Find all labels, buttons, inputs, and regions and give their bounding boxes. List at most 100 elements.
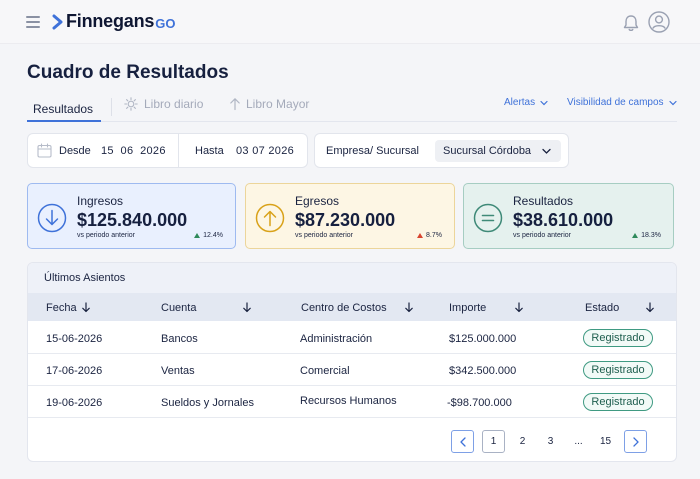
status-badge: Registrado — [583, 361, 653, 379]
status-badge: Registrado — [583, 329, 653, 347]
table-column-headers: Fecha Cuenta Centro de Costos Importe Es… — [28, 293, 676, 321]
column-header-estado[interactable]: Estado — [585, 302, 619, 314]
sort-arrow-icon[interactable] — [242, 302, 252, 313]
logo-suffix: GO — [155, 15, 176, 31]
date-range-filter: Desde 15 06 2026 Hasta 03 07 2026 — [27, 133, 308, 168]
table-row[interactable]: 17-06-2026 Ventas Comercial $342.500.000… — [28, 354, 676, 386]
status-badge: Registrado — [583, 393, 653, 411]
arrow-down-circle-icon — [37, 203, 67, 233]
column-header-importe[interactable]: Importe — [449, 302, 486, 314]
kpi-delta: 18.3% — [632, 232, 661, 239]
bell-icon[interactable] — [621, 13, 641, 33]
page-ellipsis: ... — [574, 436, 583, 447]
alerts-dropdown[interactable]: Alertas — [504, 97, 548, 108]
sort-arrow-icon[interactable] — [404, 302, 414, 313]
sort-arrow-icon[interactable] — [514, 302, 524, 313]
cell-fecha: 17-06-2026 — [46, 365, 103, 377]
page-3-button[interactable]: 3 — [539, 430, 562, 453]
company-filter: Empresa/ Sucursal Sucursal Córdoba — [314, 133, 569, 168]
kpi-label: Ingresos — [77, 194, 124, 208]
previous-page-button[interactable] — [451, 430, 474, 453]
divider — [178, 134, 179, 167]
cell-cuenta: Bancos — [161, 333, 198, 345]
tab-label: Libro Mayor — [246, 97, 310, 111]
trend-up-icon — [632, 233, 639, 238]
from-label: Desde — [59, 145, 91, 157]
chevron-down-icon — [542, 148, 551, 154]
kpi-delta: 8.7% — [417, 232, 442, 239]
table-title: Últimos Asientos — [44, 272, 126, 284]
sun-icon — [124, 97, 138, 111]
tab-libro-mayor[interactable]: Libro Mayor — [228, 97, 309, 111]
table-header-bar: Últimos Asientos — [28, 263, 676, 293]
page-1-button[interactable]: 1 — [482, 430, 505, 453]
tab-libro-diario[interactable]: Libro diario — [124, 97, 203, 111]
arrow-up-circle-icon — [255, 203, 285, 233]
top-bar: Finnegans GO — [0, 0, 700, 44]
company-select[interactable]: Sucursal Córdoba — [435, 140, 561, 162]
next-page-button[interactable] — [624, 430, 647, 453]
calendar-icon[interactable] — [37, 143, 52, 158]
chevron-down-icon — [668, 100, 677, 105]
to-label: Hasta — [195, 145, 224, 157]
cell-importe: -$98.700.000 — [447, 397, 512, 409]
cell-cuenta: Ventas — [161, 365, 195, 377]
cell-fecha: 15-06-2026 — [46, 333, 103, 345]
page-15-button[interactable]: 15 — [594, 430, 617, 453]
table-row[interactable]: 15-06-2026 Bancos Administración $125.00… — [28, 322, 676, 354]
cell-fecha: 19-06-2026 — [46, 397, 103, 409]
alerts-label: Alertas — [504, 97, 536, 108]
kpi-delta: 12.4% — [194, 232, 223, 239]
kpi-subtext: vs periodo anterior — [77, 232, 135, 239]
cell-importe: $342.500.000 — [449, 365, 517, 377]
logo-chevron-icon — [52, 14, 63, 29]
to-date-field[interactable]: 03 07 2026 — [236, 145, 294, 157]
chevron-right-icon — [633, 437, 639, 447]
kpi-value: $38.610.000 — [513, 210, 614, 230]
cell-cuenta: Sueldos y Jornales — [161, 397, 254, 409]
page-2-button[interactable]: 2 — [511, 430, 534, 453]
logo[interactable]: Finnegans GO — [52, 11, 175, 32]
table-row[interactable]: 19-06-2026 Sueldos y Jornales Recursos H… — [28, 386, 676, 418]
company-value: Sucursal Córdoba — [443, 145, 532, 157]
tab-label: Libro diario — [144, 97, 204, 111]
tab-bar: Resultados Libro diario Libro Mayor Aler… — [27, 94, 677, 122]
equals-circle-icon — [473, 203, 503, 233]
kpi-value: $87.230.000 — [295, 210, 396, 230]
cell-centro-de-costos: Comercial — [300, 365, 350, 377]
chevron-left-icon — [460, 437, 466, 447]
kpi-label: Egresos — [295, 194, 340, 208]
kpi-subtext: vs periodo anterior — [513, 232, 571, 239]
user-avatar-icon[interactable] — [648, 11, 670, 33]
cell-centro-de-costos: Recursos Humanos — [300, 395, 397, 407]
kpi-card-resultados[interactable]: Resultados $38.610.000 vs periodo anteri… — [463, 183, 674, 249]
sort-arrow-icon[interactable] — [645, 302, 655, 313]
column-header-centro-de-costos[interactable]: Centro de Costos — [301, 302, 387, 314]
chevron-down-icon — [540, 100, 548, 105]
arrow-up-icon — [230, 98, 240, 111]
cell-importe: $125.000.000 — [449, 333, 517, 345]
kpi-card-egresos[interactable]: Egresos $87.230.000 vs periodo anterior … — [245, 183, 455, 249]
kpi-delta-value: 8.7% — [426, 232, 442, 239]
from-date-field[interactable]: 15 06 2026 — [101, 145, 166, 157]
logo-text: Finnegans — [66, 11, 155, 31]
company-label: Empresa/ Sucursal — [326, 145, 419, 157]
kpi-delta-value: 12.4% — [203, 232, 223, 239]
column-header-cuenta[interactable]: Cuenta — [161, 302, 196, 314]
visibility-label: Visibilidad de campos — [567, 97, 664, 108]
trend-up-icon — [194, 233, 201, 238]
visibility-dropdown[interactable]: Visibilidad de campos — [567, 97, 677, 108]
sort-arrow-icon[interactable] — [81, 302, 91, 313]
kpi-subtext: vs periodo anterior — [295, 232, 353, 239]
tab-resultados[interactable]: Resultados — [27, 97, 101, 122]
cell-centro-de-costos: Administración — [300, 333, 373, 345]
menu-icon[interactable] — [26, 16, 40, 28]
tab-divider — [111, 98, 112, 116]
kpi-value: $125.840.000 — [77, 210, 188, 230]
column-header-fecha[interactable]: Fecha — [46, 302, 77, 314]
kpi-card-ingresos[interactable]: Ingresos $125.840.000 vs periodo anterio… — [27, 183, 236, 249]
kpi-delta-value: 18.3% — [641, 232, 661, 239]
page-title: Cuadro de Resultados — [27, 62, 229, 83]
kpi-label: Resultados — [513, 194, 574, 208]
tab-label: Resultados — [33, 101, 94, 116]
